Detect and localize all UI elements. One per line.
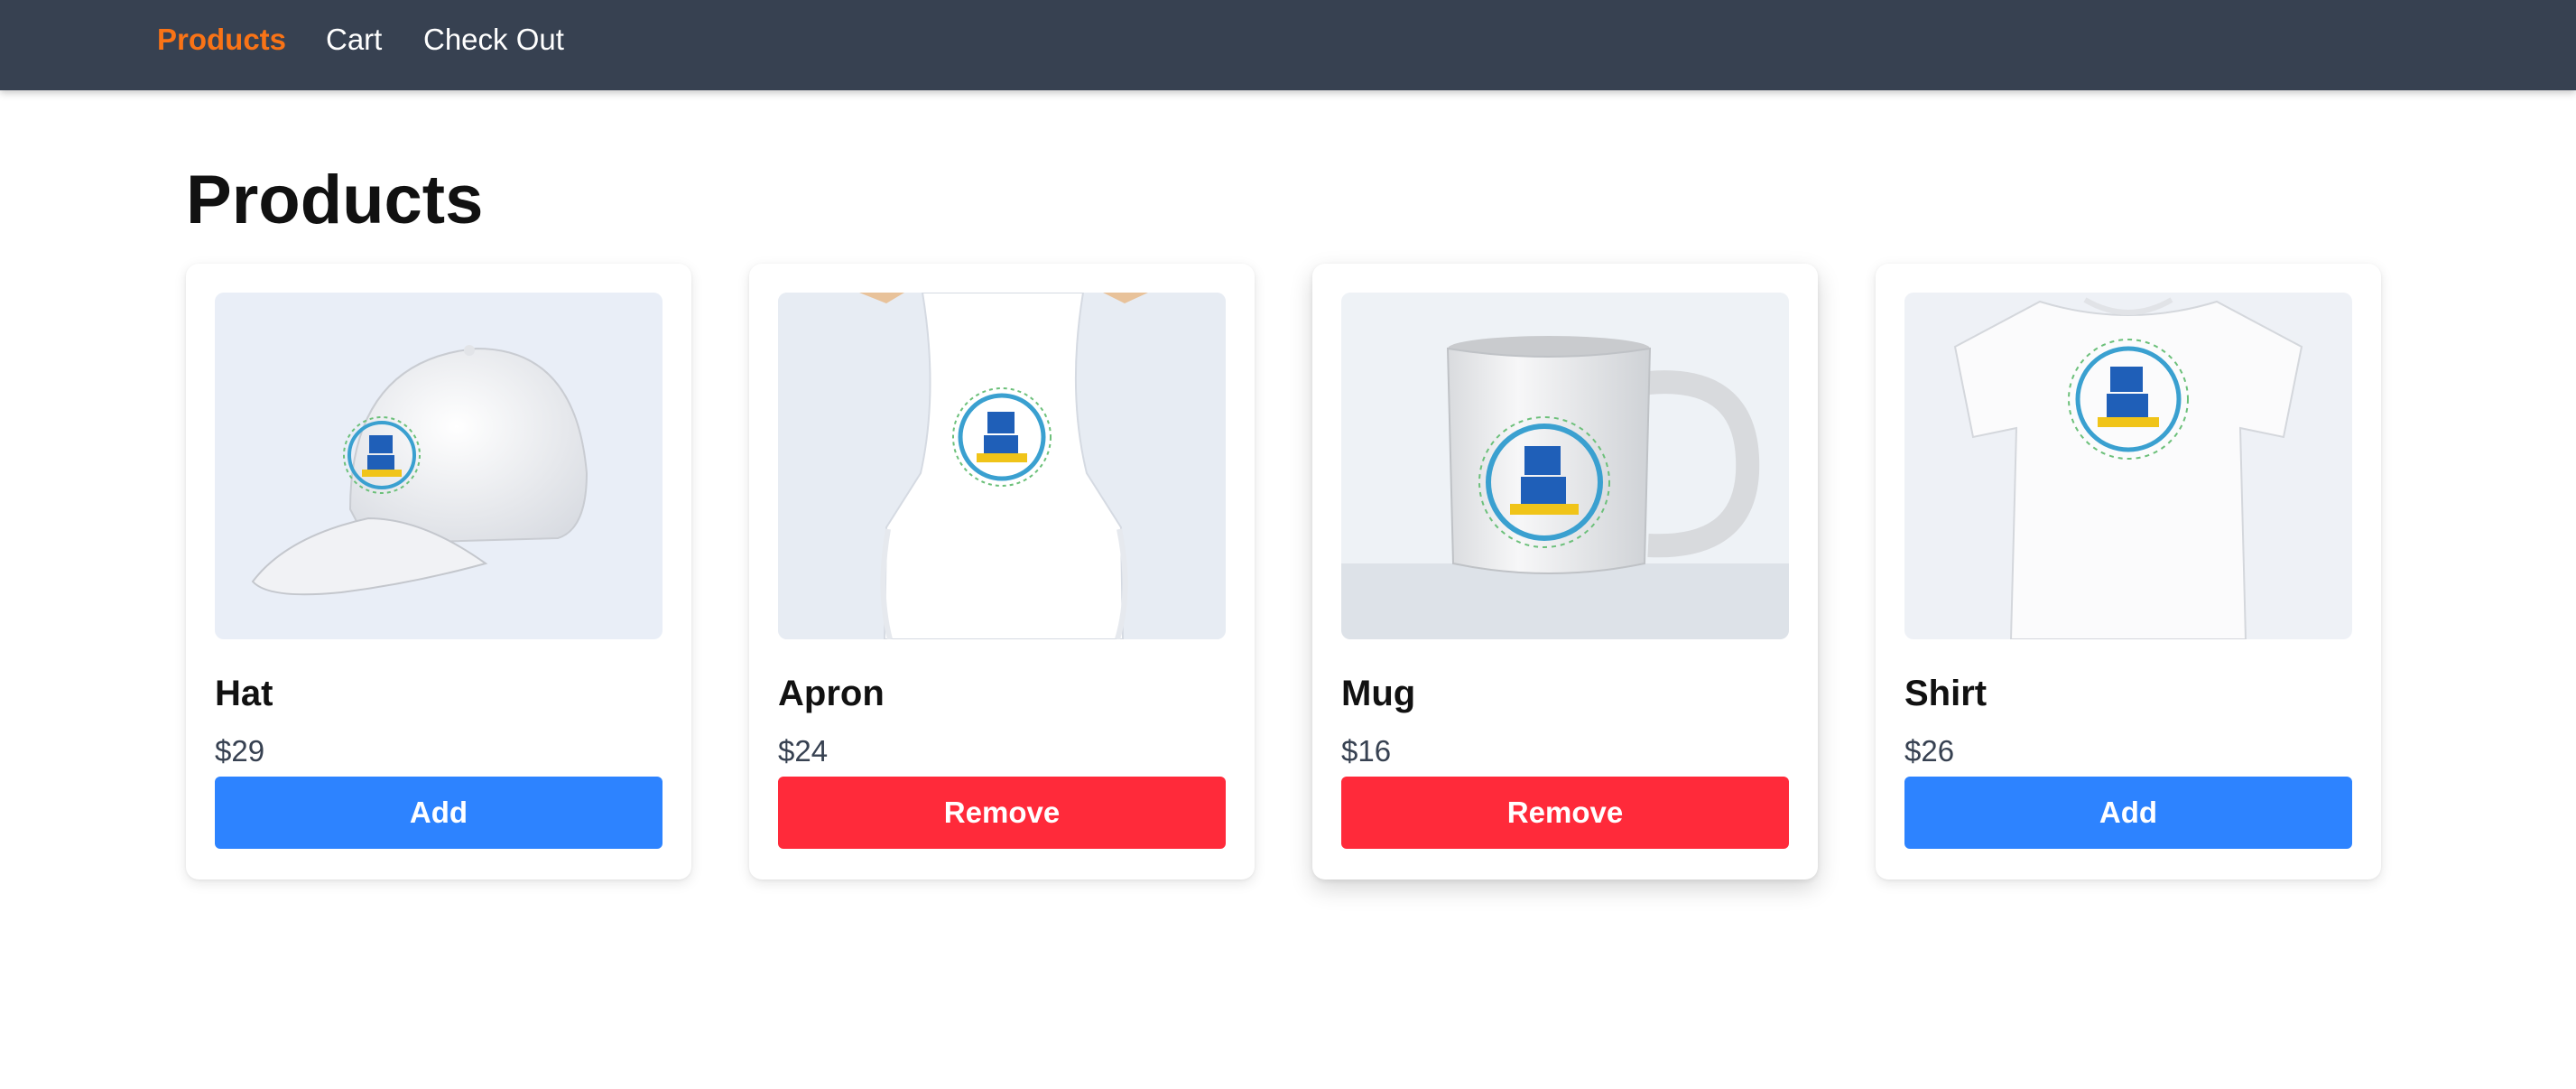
product-card-hat: Hat $29 Add: [186, 264, 691, 880]
product-name: Hat: [215, 674, 273, 713]
nav-link-cart[interactable]: Cart: [326, 22, 382, 58]
product-price: $24: [778, 734, 829, 768]
mug-image: [1341, 293, 1789, 639]
product-price: $16: [1341, 734, 1392, 768]
top-navbar: Products Cart Check Out: [0, 0, 2576, 90]
hat-image: [215, 293, 663, 639]
add-to-cart-button[interactable]: Add: [1904, 777, 2352, 849]
nav-link-products[interactable]: Products: [157, 22, 286, 58]
product-price: $29: [215, 734, 265, 768]
product-card-mug: Mug $16 Remove: [1312, 264, 1818, 880]
page-title: Products: [186, 162, 484, 238]
product-name: Mug: [1341, 674, 1416, 713]
apron-image: [778, 293, 1226, 639]
remove-from-cart-button[interactable]: Remove: [1341, 777, 1789, 849]
product-name: Apron: [778, 674, 885, 713]
product-price: $26: [1904, 734, 1955, 768]
product-card-shirt: Shirt $26 Add: [1876, 264, 2381, 880]
add-to-cart-button[interactable]: Add: [215, 777, 663, 849]
remove-from-cart-button[interactable]: Remove: [778, 777, 1226, 849]
nav-link-check-out[interactable]: Check Out: [423, 22, 564, 58]
shirt-image: [1904, 293, 2352, 639]
product-card-apron: Apron $24 Remove: [749, 264, 1255, 880]
product-name: Shirt: [1904, 674, 1988, 713]
